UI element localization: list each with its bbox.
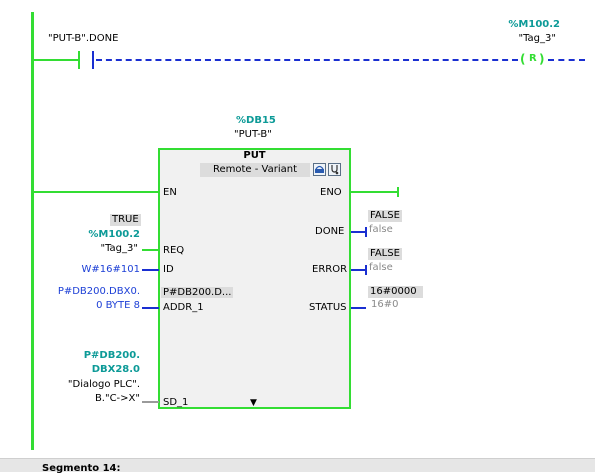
- pin-en: EN: [163, 187, 177, 198]
- status-monitor-value: 16#0000: [368, 286, 423, 298]
- id-wire: [142, 269, 159, 271]
- coil-label: R: [529, 53, 537, 64]
- power-rail: [31, 12, 34, 450]
- coil-address: %M100.2: [508, 19, 560, 30]
- sd-1-address-line1: P#DB200.: [83, 350, 140, 361]
- done-wire-end: [365, 227, 367, 237]
- coil-tag: "Tag_3": [518, 33, 557, 44]
- error-monitor-value: FALSE: [368, 248, 402, 260]
- error-wire: [351, 269, 365, 271]
- pin-done: DONE: [315, 226, 345, 237]
- sd-1-tag-line1: "Dialogo PLC".: [67, 379, 140, 390]
- normally-open-contact[interactable]: [78, 51, 94, 69]
- pin-sd-1: SD_1: [163, 397, 189, 408]
- rung-wire-top-right: [548, 59, 585, 61]
- block-subtitle[interactable]: Remote - Variant: [200, 163, 310, 177]
- req-monitor-value: TRUE: [110, 214, 141, 226]
- error-value: false: [369, 262, 393, 273]
- block-db-address: %DB15: [236, 115, 276, 126]
- status-wire: [351, 307, 366, 309]
- req-address: %M100.2: [88, 229, 140, 240]
- done-monitor-value: FALSE: [368, 210, 402, 222]
- pin-req: REQ: [163, 245, 185, 256]
- sd-1-wire: [142, 401, 159, 403]
- done-value: false: [369, 224, 393, 235]
- pin-eno: ENO: [320, 187, 342, 198]
- en-wire: [33, 191, 159, 193]
- addr-1-value-line2: 0 BYTE 8: [96, 300, 140, 311]
- id-value: W#16#101: [81, 264, 140, 275]
- req-wire: [142, 249, 159, 251]
- coil-right-paren: ): [539, 52, 545, 66]
- eno-wire-end: [397, 187, 399, 197]
- pin-error: ERROR: [312, 264, 348, 275]
- coil-left-paren: (: [520, 52, 526, 66]
- addr-1-value-line1: P#DB200.DBX0.: [57, 286, 140, 297]
- pin-addr-1-value: P#DB200.D...: [161, 287, 234, 298]
- reset-coil[interactable]: ( R ): [520, 52, 546, 68]
- pin-status: STATUS: [309, 302, 347, 313]
- rung-wire-top-no-flow: [96, 59, 518, 61]
- next-segment-header[interactable]: Segmento 14:: [0, 458, 595, 474]
- eno-wire: [351, 191, 398, 193]
- block-type-title: PUT: [243, 150, 266, 161]
- addr-1-wire: [142, 307, 159, 309]
- pin-id: ID: [163, 264, 174, 275]
- block-diagnostics-icon[interactable]: [328, 163, 341, 176]
- rung-wire-top-left: [33, 59, 79, 61]
- error-wire-end: [365, 265, 367, 275]
- req-tag: "Tag_3": [100, 243, 139, 254]
- contact-operand-label: "PUT-B".DONE: [48, 33, 119, 44]
- next-segment-label: Segmento 14:: [42, 463, 121, 474]
- block-expand-arrow[interactable]: ▼: [250, 398, 257, 408]
- block-db-name: "PUT-B": [234, 129, 272, 140]
- pin-addr-1: ADDR_1: [163, 302, 204, 313]
- done-wire: [351, 231, 365, 233]
- block-config-icon[interactable]: [313, 163, 326, 176]
- sd-1-address-line2: DBX28.0: [91, 364, 140, 375]
- sd-1-tag-line2: B."C->X": [94, 393, 140, 404]
- status-value: 16#0: [371, 299, 399, 310]
